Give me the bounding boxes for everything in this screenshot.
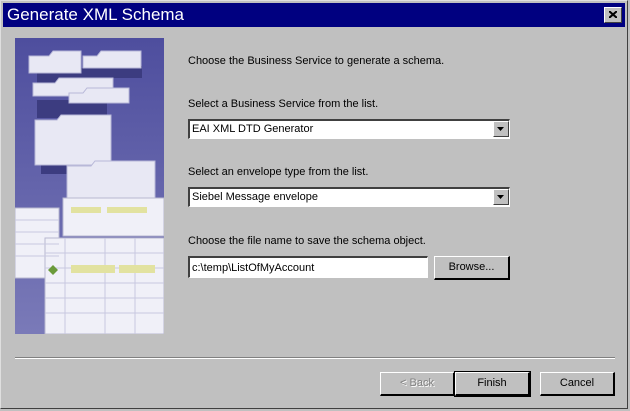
file-name-label: Choose the file name to save the schema … (188, 235, 426, 247)
envelope-type-dropdown-button[interactable] (493, 189, 509, 205)
folders-illustration (15, 38, 164, 334)
file-name-input[interactable] (188, 256, 428, 278)
envelope-type-value: Siebel Message envelope (192, 191, 318, 203)
close-button[interactable] (604, 7, 622, 23)
title-bar: Generate XML Schema (3, 3, 625, 27)
cancel-button[interactable]: Cancel (540, 372, 615, 396)
footer-separator (15, 357, 615, 359)
business-service-select[interactable]: EAI XML DTD Generator (188, 119, 510, 139)
browse-button[interactable]: Browse... (434, 256, 510, 280)
envelope-label: Select an envelope type from the list. (188, 166, 369, 178)
finish-button[interactable]: Finish (454, 371, 531, 397)
service-label: Select a Business Service from the list. (188, 98, 379, 110)
chevron-down-icon (497, 195, 504, 199)
business-service-dropdown-button[interactable] (493, 121, 509, 137)
back-button[interactable]: < Back (380, 372, 455, 396)
chevron-down-icon (497, 127, 504, 131)
business-service-value: EAI XML DTD Generator (192, 123, 314, 135)
window-title: Generate XML Schema (7, 5, 185, 24)
close-icon (609, 11, 617, 18)
wizard-illustration (15, 38, 164, 334)
envelope-type-select[interactable]: Siebel Message envelope (188, 187, 510, 207)
dialog-window: Generate XML Schema Choose the Business … (0, 0, 628, 409)
intro-text: Choose the Business Service to generate … (188, 55, 445, 67)
